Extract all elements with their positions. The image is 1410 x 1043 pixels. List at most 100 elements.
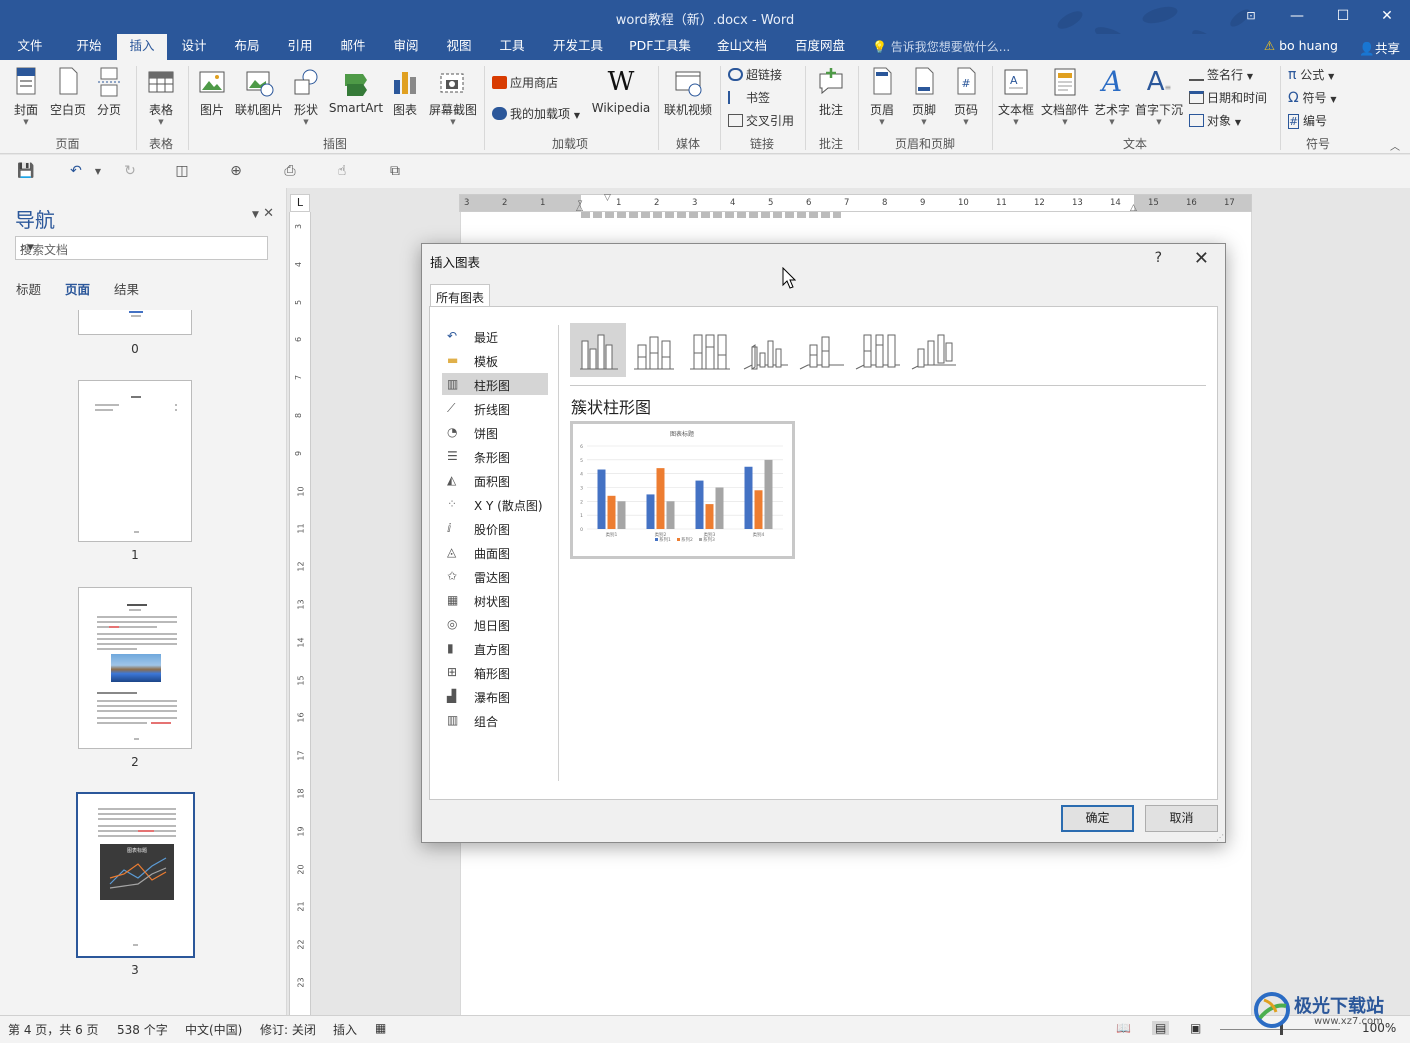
tab-layout[interactable]: 布局 <box>225 34 269 60</box>
ribbon-display-icon[interactable]: ⊡ <box>1228 4 1274 30</box>
undo-dropdown-icon[interactable]: ▼ <box>88 167 108 185</box>
blank-page-button[interactable]: 空白页 <box>48 66 88 118</box>
tab-tools[interactable]: 工具 <box>490 34 534 60</box>
comment-button[interactable]: 批注 <box>812 66 850 118</box>
picture-button[interactable]: 图片 <box>194 66 230 118</box>
footer-button[interactable]: 页脚 ▼ <box>906 66 942 126</box>
online-video-button[interactable]: 联机视频 <box>662 66 714 118</box>
vertical-ruler[interactable]: 3 4 5 6 7 8 9 10 11 12 13 14 15 16 17 18 19 20 21 22 23 <box>289 212 311 1015</box>
chart-type-item[interactable]: ▦ 树状图 <box>442 589 548 611</box>
3d-percent-stacked-column-option[interactable] <box>850 323 906 377</box>
tab-view[interactable]: 视图 <box>437 34 481 60</box>
chart-type-item[interactable]: ↶ 最近 <box>442 325 548 347</box>
chart-button[interactable]: 图表 <box>388 66 422 118</box>
chart-type-item[interactable]: ⁘ X Y (散点图) <box>442 493 548 515</box>
tab-review[interactable]: 审阅 <box>384 34 428 60</box>
chart-type-item[interactable]: ▮ 直方图 <box>442 637 548 659</box>
tab-design[interactable]: 设计 <box>172 34 216 60</box>
page-number-button[interactable]: # 页码 ▼ <box>948 66 984 126</box>
tab-baidu[interactable]: 百度网盘 <box>786 34 854 60</box>
horizontal-ruler[interactable]: 3 2 1 ▿ 1 2 3 4 5 6 7 8 9 10 11 12 13 14 15 16 17 ▽ △ △ <box>459 193 1252 213</box>
numbering-button[interactable]: # 编号 <box>1288 112 1327 129</box>
read-mode-view-icon[interactable]: 📖 <box>1116 1021 1131 1035</box>
touch-mode-icon[interactable]: ☝ <box>332 163 352 181</box>
shapes-button[interactable]: 形状 ▼ <box>288 66 324 126</box>
cover-page-button[interactable]: 封面 ▼ <box>8 66 44 126</box>
header-button[interactable]: 页眉 ▼ <box>864 66 900 126</box>
my-addins-button[interactable]: 我的加载项 ▼ <box>492 105 580 122</box>
insert-mode[interactable]: 插入 <box>333 1021 357 1038</box>
chart-type-item[interactable]: ⅈ 股价图 <box>442 517 548 539</box>
page-count[interactable]: 第 4 页，共 6 页 <box>8 1021 99 1038</box>
redo-icon[interactable]: ↻ <box>120 163 140 181</box>
date-time-button[interactable]: 日期和时间 <box>1189 89 1267 106</box>
smartart-button[interactable]: SmartArt <box>328 66 384 115</box>
close-button[interactable]: ✕ <box>1364 4 1410 30</box>
tab-developer[interactable]: 开发工具 <box>545 34 611 60</box>
3d-clustered-column-option[interactable] <box>738 323 794 377</box>
chart-type-item[interactable]: ▥ 组合 <box>442 709 548 731</box>
wikipedia-button[interactable]: W Wikipedia <box>590 66 652 115</box>
tab-file[interactable]: 文件 <box>8 34 52 60</box>
tell-me-box[interactable]: 💡 告诉我您想要做什么... <box>872 38 1010 55</box>
save-icon[interactable]: 💾 <box>16 163 36 181</box>
online-picture-button[interactable]: 联机图片 <box>234 66 284 118</box>
tab-home[interactable]: 开始 <box>62 34 116 60</box>
word-count[interactable]: 538 个字 <box>117 1021 168 1038</box>
web-layout-icon[interactable]: ⊕ <box>226 163 246 181</box>
stacked-column-option[interactable] <box>626 323 682 377</box>
nav-tab-headings[interactable]: 标题 <box>16 279 41 298</box>
equation-button[interactable]: π 公式 ▼ <box>1288 66 1334 83</box>
nav-tab-results[interactable]: 结果 <box>114 279 139 298</box>
indent-marker-icon[interactable]: ▽ <box>604 193 611 203</box>
maximize-button[interactable]: ☐ <box>1320 4 1366 30</box>
collapse-ribbon-icon[interactable]: ︿ <box>1390 138 1400 153</box>
tab-selector[interactable]: L <box>290 194 310 212</box>
clustered-column-option[interactable] <box>570 323 626 377</box>
3d-stacked-column-option[interactable] <box>794 323 850 377</box>
bookmark-button[interactable]: 书签 <box>728 89 770 106</box>
object-button[interactable]: 对象 ▼ <box>1189 112 1241 129</box>
cancel-button[interactable]: 取消 <box>1145 805 1218 832</box>
chart-type-item[interactable]: ◬ 曲面图 <box>442 541 548 563</box>
help-button[interactable]: ? <box>1155 250 1162 266</box>
hyperlink-button[interactable]: 超链接 <box>728 66 782 83</box>
signature-line-button[interactable]: 签名行 ▼ <box>1189 66 1253 83</box>
tab-kdocs[interactable]: 金山文档 <box>708 34 776 60</box>
search-input[interactable]: 搜索文档 ⌕▾ <box>15 236 268 260</box>
chart-type-item[interactable]: ◎ 旭日图 <box>442 613 548 635</box>
share-button[interactable]: 👤共享 <box>1359 38 1400 57</box>
dialog-close-button[interactable]: ✕ <box>1194 248 1209 269</box>
tab-all-charts[interactable]: 所有图表 <box>430 284 491 307</box>
table-button[interactable]: 表格 ▼ <box>142 66 180 126</box>
drop-cap-button[interactable]: A≡ 首字下沉 ▼ <box>1134 66 1184 126</box>
chart-type-item[interactable]: ☰ 条形图 <box>442 445 548 467</box>
chart-type-item[interactable]: ▥ 柱形图 <box>442 373 548 395</box>
customize-icon[interactable]: ⧉ <box>385 163 405 181</box>
tab-references[interactable]: 引用 <box>278 34 322 60</box>
language[interactable]: 中文(中国) <box>185 1021 242 1038</box>
track-changes[interactable]: 修订: 关闭 <box>260 1021 316 1038</box>
chart-type-item[interactable]: ▬ 模板 <box>442 349 548 371</box>
user-account[interactable]: ⚠ bo huang <box>1264 38 1338 53</box>
print-layout-view-icon[interactable]: ▤ <box>1152 1021 1170 1035</box>
resize-grip-icon[interactable]: ⋰ <box>1216 833 1224 842</box>
percent-stacked-column-option[interactable] <box>682 323 738 377</box>
nav-options-icon[interactable]: ▼ <box>252 210 259 220</box>
wordart-button[interactable]: A 艺术字 ▼ <box>1092 66 1132 127</box>
chart-type-item[interactable]: ⊞ 箱形图 <box>442 661 548 683</box>
page-thumbnail-selected[interactable]: 图表标题 <box>76 792 195 958</box>
store-button[interactable]: 应用商店 <box>492 74 558 91</box>
print-preview-icon[interactable]: ⎙ <box>280 163 300 181</box>
chart-type-item[interactable]: ▟ 瀑布图 <box>442 685 548 707</box>
nav-close-icon[interactable]: ✕ <box>263 206 274 221</box>
chart-type-item[interactable]: ⟋ 折线图 <box>442 397 548 419</box>
textbox-button[interactable]: A 文本框 ▼ <box>996 66 1036 126</box>
chart-type-item[interactable]: ✩ 雷达图 <box>442 565 548 587</box>
symbol-button[interactable]: Ω 符号 ▼ <box>1288 89 1337 106</box>
chart-preview[interactable]: 图表标题 0 1 2 3 4 5 6 类别1 类别2 类别3 类别4 系列1 系列2 系列3 <box>570 421 795 559</box>
chart-type-item[interactable]: ◭ 面积图 <box>442 469 548 491</box>
web-layout-view-icon[interactable]: ▣ <box>1190 1021 1201 1035</box>
page-thumbnail[interactable] <box>78 380 192 542</box>
nav-tab-pages[interactable]: 页面 <box>65 279 90 298</box>
